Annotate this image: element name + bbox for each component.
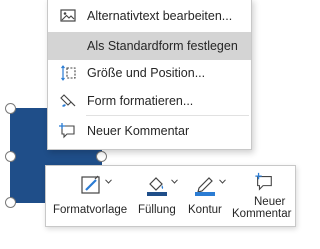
resize-handle-left-middle[interactable] [5,151,16,162]
resize-handle-right-middle[interactable] [96,151,107,162]
menu-item-label: Als Standardform festlegen [87,39,238,53]
resize-handle-top-left[interactable] [5,103,16,114]
new-comment-label-line2: Kommentar [232,208,292,220]
new-comment-label-line1: Neuer [254,196,286,208]
shape-style-label: Formatvorlage [53,204,128,216]
size-position-icon [61,65,76,81]
menu-item-size-position[interactable]: Größe und Position... [48,59,251,87]
mini-toolbar: Formatvorlage Füllung Kontur Neuer Komme… [45,165,296,227]
outline-label: Kontur [188,204,222,216]
new-comment-icon [255,172,272,191]
menu-item-alt-text[interactable]: Alternativtext bearbeiten... [48,2,251,30]
chevron-down-icon [171,179,178,184]
fill-button[interactable]: Füllung [134,166,186,226]
chevron-down-icon [219,179,226,184]
chevron-down-icon [105,179,112,184]
resize-handle-bottom-left[interactable] [5,197,16,208]
new-comment-icon [59,123,75,139]
fill-label: Füllung [138,204,176,216]
menu-item-format-shape[interactable]: Form formatieren... [48,87,251,115]
menu-item-label: Neuer Kommentar [87,124,190,138]
context-menu: Alternativtext bearbeiten... Als Standar… [47,0,252,150]
menu-item-set-default-shape[interactable]: Als Standardform festlegen [48,32,251,60]
menu-item-label: Alternativtext bearbeiten... [87,9,233,23]
shape-style-button[interactable]: Formatvorlage [46,166,131,226]
outline-button[interactable]: Kontur [186,166,234,226]
format-shape-icon [60,94,76,107]
menu-item-label: Größe und Position... [87,66,206,80]
pen-icon [195,177,215,196]
menu-item-new-comment[interactable]: Neuer Kommentar [48,117,251,145]
paint-bucket-icon [147,177,167,196]
menu-separator [86,115,249,116]
new-comment-button[interactable]: Neuer Kommentar [232,166,296,226]
alt-text-icon [60,9,76,22]
shape-style-icon [81,175,100,194]
menu-item-label: Form formatieren... [87,94,194,108]
